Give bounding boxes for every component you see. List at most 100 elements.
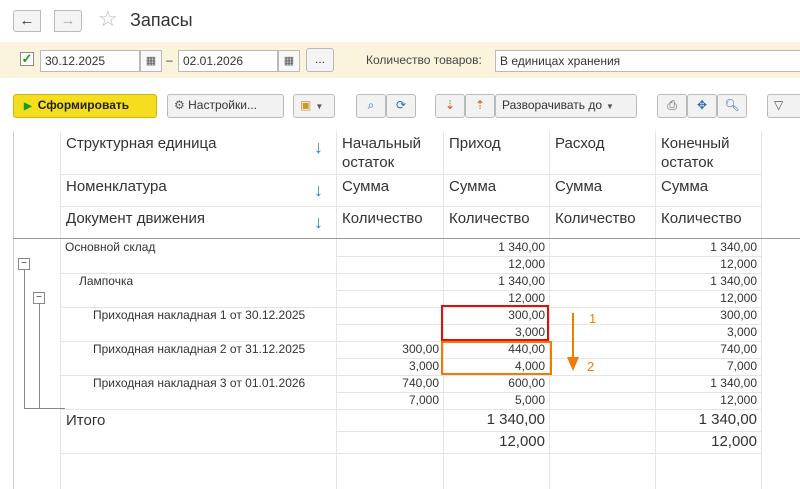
page-title: Запасы xyxy=(130,10,193,30)
header-col-end-sum: Сумма xyxy=(661,178,709,195)
arrow-down-annotation-icon xyxy=(567,313,579,371)
row-income-qty: 5,000 xyxy=(514,393,545,407)
sort-asc-button[interactable]: ⇡ xyxy=(465,94,495,118)
header-col-expense-qty: Количество xyxy=(555,210,636,227)
row-name: Приходная накладная 3 от 01.01.2026 xyxy=(93,376,306,390)
expand-to-label: Разворачивать до xyxy=(502,98,603,112)
run-button[interactable]: ▶ Сформировать xyxy=(13,94,157,118)
tree-line xyxy=(24,270,25,408)
grid-h-line xyxy=(336,431,761,432)
row-end-sum: 1 340,00 xyxy=(710,376,757,390)
move-button[interactable]: ✥ xyxy=(687,94,717,118)
sort-desc-button[interactable]: ⇣ xyxy=(435,94,465,118)
row-name: Приходная накладная 1 от 30.12.2025 xyxy=(93,308,306,322)
arrow-left-icon: ← xyxy=(19,12,35,29)
filter-icon: ▽ xyxy=(774,98,784,112)
printer-icon: ⎙ xyxy=(667,98,677,112)
row-income-sum: 600,00 xyxy=(508,376,545,390)
back-button[interactable]: ← xyxy=(13,10,41,32)
toolbar: ▶ Сформировать ⚙ Настройки... ▣ ▼ ⌕ ⟳ ⇣ ⇡ … xyxy=(0,90,800,120)
row-end-sum: 740,00 xyxy=(720,342,757,356)
folder-icon: ▣ xyxy=(300,98,312,112)
period-select-button[interactable]: ... xyxy=(306,48,334,72)
period-dash: – xyxy=(166,53,173,67)
header-col-end-qty: Количество xyxy=(661,210,742,227)
variants-button[interactable]: ▣ ▼ xyxy=(293,94,335,118)
row-end-qty: 3,000 xyxy=(726,325,757,339)
row-start-sum: 740,00 xyxy=(402,376,439,390)
tree-line xyxy=(24,408,65,409)
row-start-qty: 3,000 xyxy=(408,359,439,373)
highlight-box-red xyxy=(441,305,549,341)
settings-button-label: Настройки... xyxy=(188,98,257,112)
header-separator xyxy=(13,238,800,239)
grid-v-line xyxy=(549,131,550,489)
search-button[interactable]: ⌕ xyxy=(356,94,386,118)
grid-v-line xyxy=(336,131,337,489)
arrow-down-icon[interactable]: ↓ xyxy=(314,212,323,233)
date-from-field[interactable]: 30.12.2025 xyxy=(40,50,140,72)
row-end-sum: 1 340,00 xyxy=(710,274,757,288)
title-bar: ← → ☆ Запасы xyxy=(0,0,800,42)
sort-asc-icon: ⇡ xyxy=(474,98,486,112)
header-col-expense: Расход xyxy=(555,135,605,152)
row-end-qty: 7,000 xyxy=(726,359,757,373)
arrow-right-icon: → xyxy=(60,12,76,29)
header-col-start: Начальный остаток xyxy=(342,135,422,171)
header-col-start-sum: Сумма xyxy=(342,178,390,195)
grid-h-line xyxy=(60,174,761,175)
period-checkbox[interactable]: ✓ xyxy=(20,52,34,66)
row-name: Лампочка xyxy=(79,274,134,288)
favorite-star-icon[interactable]: ☆ xyxy=(98,6,118,32)
grid-h-line xyxy=(60,409,761,410)
row-name: Приходная накладная 2 от 31.12.2025 xyxy=(93,342,306,356)
collapse-warehouse-icon[interactable]: − xyxy=(18,258,30,270)
chevron-down-icon: ▼ xyxy=(315,102,324,111)
sort-desc-icon: ⇣ xyxy=(444,98,456,112)
arrow-down-icon[interactable]: ↓ xyxy=(314,137,323,158)
preview-icon: 🔍︎ xyxy=(724,98,740,112)
arrow-down-icon[interactable]: ↓ xyxy=(314,180,323,201)
header-nomenclature: Номенклатура xyxy=(66,178,167,195)
row-income-qty: 12,000 xyxy=(508,257,545,271)
row-name: Основной склад xyxy=(65,240,156,254)
qty-field[interactable]: В единицах хранения xyxy=(495,50,800,72)
preview-button[interactable]: 🔍︎ xyxy=(717,94,747,118)
filter-button[interactable]: ▽ xyxy=(767,94,800,118)
date-from-calendar-icon[interactable]: ▦ xyxy=(140,50,162,72)
header-col-income-sum: Сумма xyxy=(449,178,497,195)
annotation-label-2: 2 xyxy=(587,359,595,374)
row-income-sum: 1 340,00 xyxy=(498,274,545,288)
row-start-qty: 7,000 xyxy=(408,393,439,407)
search-icon: ⌕ xyxy=(367,98,375,112)
settings-icon: ⚙ xyxy=(174,98,185,112)
header-col-end: Конечный остаток xyxy=(661,135,730,171)
row-end-sum: 300,00 xyxy=(720,308,757,322)
total-income-qty: 12,000 xyxy=(499,433,545,450)
total-end-sum: 1 340,00 xyxy=(698,411,757,428)
settings-button[interactable]: ⚙ Настройки... xyxy=(167,94,284,118)
row-income-qty: 12,000 xyxy=(508,291,545,305)
total-end-qty: 12,000 xyxy=(711,433,757,450)
annotation-label-1: 1 xyxy=(589,311,597,326)
run-button-label: Сформировать xyxy=(37,98,130,112)
search-refresh-button[interactable]: ⟳ xyxy=(386,94,416,118)
grid-h-line xyxy=(60,453,761,454)
header-col-start-qty: Количество xyxy=(342,210,423,227)
forward-button[interactable]: → xyxy=(54,10,82,32)
filter-bar: ✓ 30.12.2025 ▦ – 02.01.2026 ▦ ... Количе… xyxy=(0,42,800,78)
grid-h-line xyxy=(60,206,761,207)
date-to-field[interactable]: 02.01.2026 xyxy=(178,50,278,72)
expand-to-button[interactable]: Разворачивать до ▼ xyxy=(495,94,637,118)
search-refresh-icon: ⟳ xyxy=(395,98,407,112)
row-start-sum: 300,00 xyxy=(402,342,439,356)
total-income-sum: 1 340,00 xyxy=(486,411,545,428)
qty-label: Количество товаров: xyxy=(366,53,482,67)
grid-v-line xyxy=(60,131,61,489)
collapse-item-icon[interactable]: − xyxy=(33,292,45,304)
date-to-calendar-icon[interactable]: ▦ xyxy=(278,50,300,72)
row-end-qty: 12,000 xyxy=(720,291,757,305)
print-button[interactable]: ⎙ xyxy=(657,94,687,118)
header-structural-unit: Структурная единица xyxy=(66,135,217,152)
chevron-down-icon: ▼ xyxy=(606,102,614,111)
